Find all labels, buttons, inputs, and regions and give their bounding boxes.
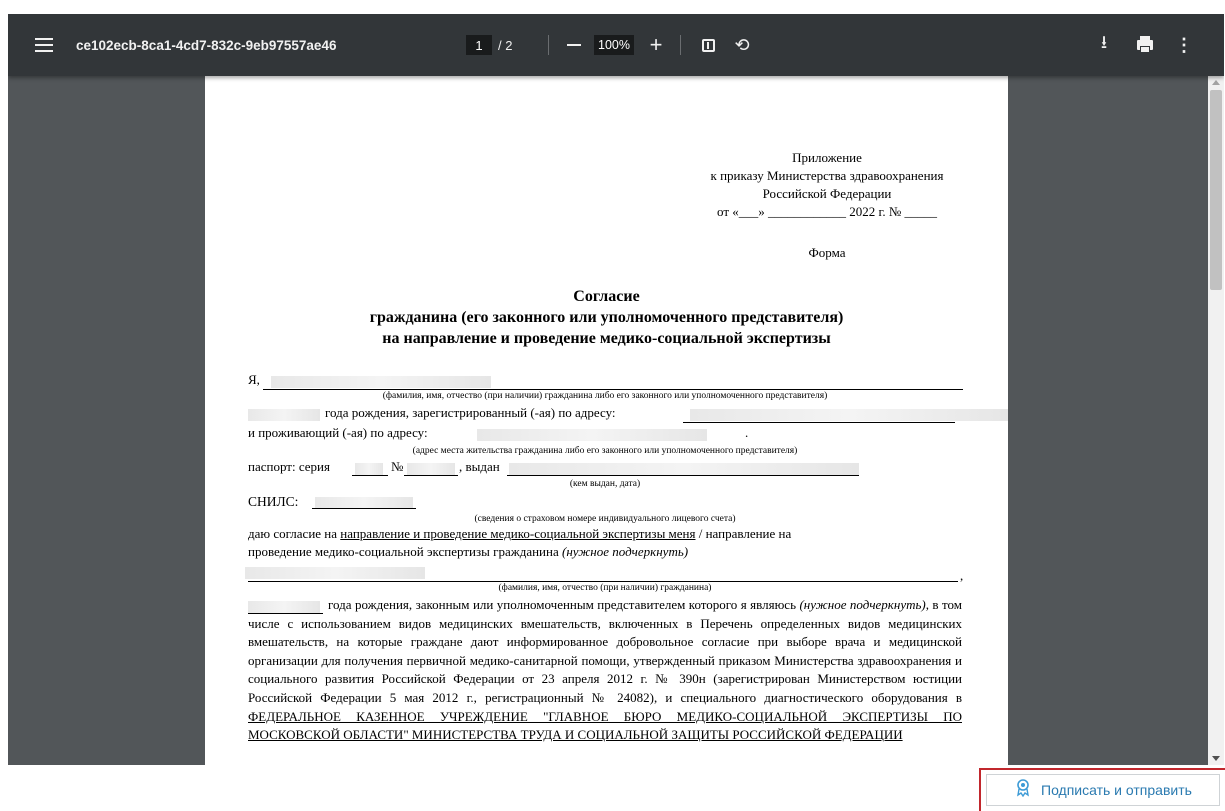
doc-title: гражданина (его законного или уполномоче… — [369, 309, 844, 326]
hint-address: (адрес места жительства гражданина либо … — [412, 446, 798, 456]
i-label: Я, — [248, 372, 260, 387]
annex-line: к приказу Министерства здравоохранения — [710, 168, 944, 183]
fill-line — [352, 475, 388, 476]
scroll-up-arrow-icon[interactable] — [1212, 80, 1220, 85]
hint-fio-rep: (фамилия, имя, отчество (при наличии) гр… — [382, 391, 828, 401]
passport-no: № — [391, 459, 404, 474]
residing: и проживающий (-ая) по адресу: — [248, 425, 428, 440]
page-number-input[interactable]: 1 — [466, 35, 492, 55]
consent-line: даю согласие на направление и проведение… — [248, 526, 791, 542]
snils-label: СНИЛС: — [248, 494, 299, 509]
comma: , — [960, 568, 964, 583]
passport-series: паспорт: серия — [248, 459, 330, 474]
redacted-field — [245, 567, 425, 579]
more-vert-icon[interactable]: ⋮ — [1175, 14, 1193, 76]
fill-line — [263, 389, 963, 390]
redacted-field — [248, 409, 320, 421]
redacted-field — [407, 463, 455, 475]
para-note: (нужное подчеркнуть) — [799, 597, 926, 612]
fill-line — [404, 475, 458, 476]
signature-icon — [1013, 779, 1033, 801]
zoom-level-input[interactable]: 100% — [594, 35, 634, 55]
annex-line: от «___» ____________ 2022 г. № _____ — [716, 204, 938, 219]
para-b: , в том числе с использованием видов мед… — [248, 597, 962, 705]
consent-pre: даю согласие на — [248, 526, 341, 541]
doc-title: на направление и проведение медико-социа… — [382, 330, 831, 347]
print-icon[interactable] — [1134, 14, 1156, 76]
consent-line-2: проведение медико-социальной экспертизы … — [248, 544, 688, 560]
redacted-field — [477, 429, 707, 441]
toolbar-divider — [680, 35, 681, 55]
redacted-field — [355, 463, 383, 475]
annex-line: Российской Федерации — [762, 186, 892, 201]
consent-mid: / направление на — [695, 526, 792, 541]
fill-line — [683, 422, 955, 423]
sign-and-send-label: Подписать и отправить — [1041, 782, 1192, 798]
pdf-page: Приложение к приказу Министерства здраво… — [205, 76, 1008, 765]
page-total: / 2 — [498, 37, 513, 53]
vertical-scrollbar[interactable] — [1208, 76, 1224, 765]
download-icon[interactable]: ⭳ — [1094, 14, 1114, 76]
fill-line — [507, 475, 859, 476]
fill-line — [312, 508, 416, 509]
hint-issued: (кем выдан, дата) — [569, 479, 641, 489]
issued-label: , выдан — [459, 459, 500, 474]
org-name: ФЕДЕРАЛЬНОЕ КАЗЕННОЕ УЧРЕЖДЕНИЕ "ГЛАВНОЕ… — [248, 708, 962, 743]
redacted-field — [690, 409, 1008, 421]
toolbar-divider — [548, 35, 549, 55]
zoom-out-icon[interactable] — [564, 14, 584, 76]
pdf-viewer: ce102ecb-8ca1-4cd7-832c-9eb97557ae46 1 /… — [8, 14, 1224, 765]
menu-icon[interactable] — [32, 14, 56, 76]
pdf-toolbar: ce102ecb-8ca1-4cd7-832c-9eb97557ae46 1 /… — [8, 14, 1224, 76]
zoom-in-icon[interactable]: + — [646, 14, 666, 76]
consent-self: направление и проведение медико-социальн… — [340, 526, 696, 541]
hint-snils: (сведения о страховом номере индивидуаль… — [474, 514, 736, 524]
fill-line — [248, 581, 958, 582]
scroll-down-arrow-icon[interactable] — [1212, 756, 1220, 761]
para-a: года рождения, законным или уполномоченн… — [328, 597, 800, 612]
doc-title: Согласие — [573, 288, 640, 305]
birth-reg: года рождения, зарегистрированный (-ая) … — [325, 405, 616, 420]
consent-note: (нужное подчеркнуть) — [561, 544, 689, 559]
hint-fio: (фамилия, имя, отчество (при наличии) гр… — [498, 583, 712, 593]
annex-line: Приложение — [792, 150, 862, 165]
residing-end: . — [745, 425, 749, 440]
scroll-thumb[interactable] — [1210, 90, 1222, 290]
fit-to-page-icon[interactable] — [698, 14, 718, 76]
rotate-icon[interactable]: ⟲ — [731, 14, 753, 76]
consent-paragraph: года рождения, законным или уполномоченн… — [248, 596, 962, 745]
file-name: ce102ecb-8ca1-4cd7-832c-9eb97557ae46 — [76, 37, 337, 53]
redacted-field — [509, 463, 859, 475]
consent-line2: проведение медико-социальной экспертизы … — [248, 544, 562, 559]
redacted-field — [271, 376, 491, 388]
form-label: Форма — [808, 245, 846, 260]
sign-and-send-button[interactable]: Подписать и отправить — [986, 774, 1220, 806]
